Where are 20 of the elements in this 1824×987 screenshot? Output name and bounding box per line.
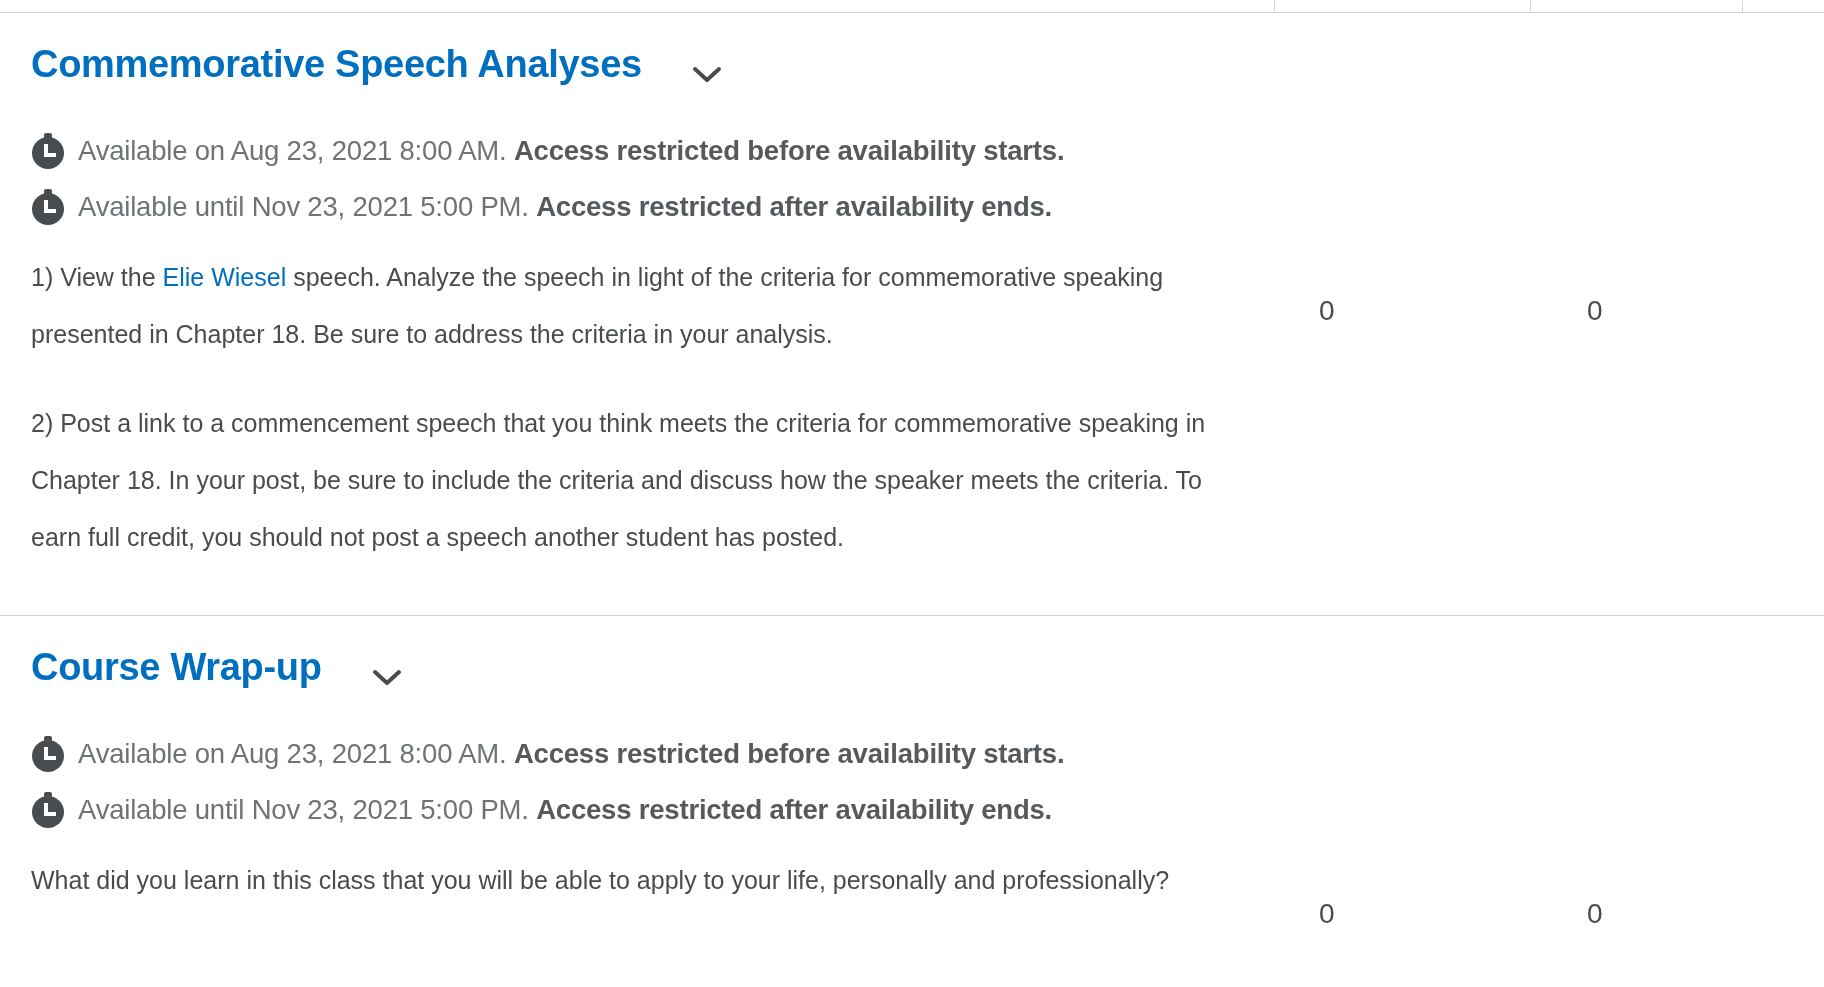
clock-icon: [31, 736, 65, 772]
availability-text: Available until Nov 23, 2021 5:00 PM. Access restricted after availability ends.: [78, 191, 1053, 223]
count-value: 0: [1587, 295, 1603, 326]
description-text: 1) View the Elie Wiesel speech. Analyze the speech in light of the criteria for commemorative speaking presented in Chapter 18. Be sure to address the criteria in your analysis.: [31, 262, 1165, 350]
count-value: 0: [1319, 898, 1335, 929]
clock-icon: [31, 133, 65, 169]
description-text: What did you learn in this class that you will be able to apply to your life, personally and professionally?: [31, 865, 1171, 896]
count-value: 0: [1319, 295, 1335, 326]
clock-icon: [31, 189, 65, 225]
topic-title[interactable]: Commemorative Speech Analyses: [31, 42, 642, 86]
count-value: 0: [1587, 898, 1603, 929]
chevron-icon[interactable]: [371, 669, 402, 687]
chevron-icon[interactable]: [691, 66, 722, 84]
availability-text: Available until Nov 23, 2021 5:00 PM. Access restricted after availability ends.: [78, 794, 1053, 826]
clock-icon: [31, 792, 65, 828]
description-text: 2) Post a link to a commencement speech that you think meets the criteria for commemorative speaking in Chapter 18. In your post, be sure to include the criteria and discuss how the speaker meets the criteria. To earn full credit, you should not post a speech another student has posted.: [31, 408, 1207, 553]
availability-text: Available on Aug 23, 2021 8:00 AM. Access restricted before availability starts.: [78, 738, 1065, 770]
availability-text: Available on Aug 23, 2021 8:00 AM. Access restricted before availability starts.: [78, 135, 1065, 167]
topic-title[interactable]: Course Wrap-up: [31, 645, 322, 689]
speech-link[interactable]: Elie Wiesel: [162, 263, 287, 291]
